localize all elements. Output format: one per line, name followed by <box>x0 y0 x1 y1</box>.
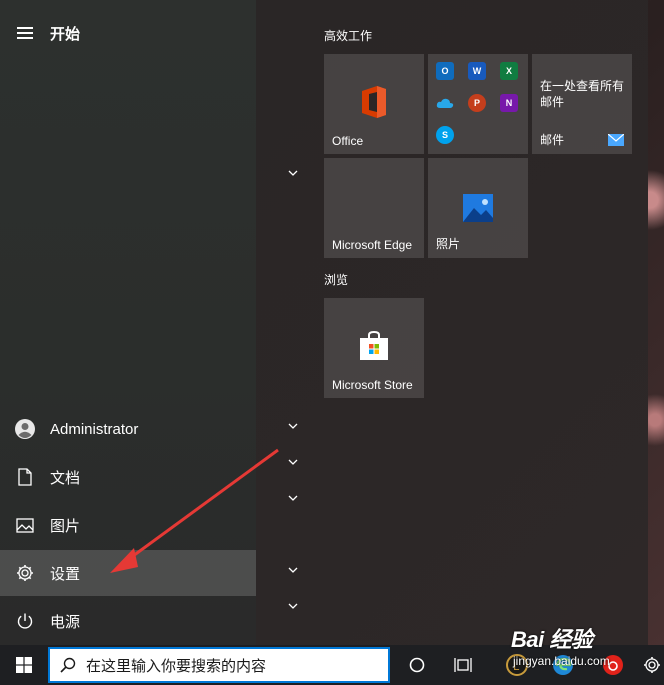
windows-start-button[interactable] <box>0 645 48 685</box>
tile-mail-description: 在一处查看所有邮件 <box>540 79 625 109</box>
picture-icon <box>0 502 50 548</box>
group-label-productivity[interactable]: 高效工作 <box>324 27 372 44</box>
tile-photos[interactable]: 照片 <box>428 158 528 258</box>
start-header: 开始 <box>0 12 256 54</box>
word-icon: W <box>468 62 486 80</box>
nav-documents-label: 文档 <box>50 469 81 487</box>
tile-store[interactable]: Microsoft Store <box>324 298 424 398</box>
nav-pictures-label: 图片 <box>50 517 81 535</box>
tile-store-label: Microsoft Store <box>332 378 413 392</box>
nav-power-label: 电源 <box>50 613 81 631</box>
nav-user-label: Administrator <box>50 420 139 438</box>
windows-logo-icon <box>16 657 32 673</box>
nav-item-power[interactable]: 电源 <box>0 598 256 644</box>
watermark-url: jingyan.baidu.com <box>513 654 610 668</box>
search-icon <box>50 657 86 673</box>
gear-icon <box>0 550 50 596</box>
chevron-down-icon[interactable] <box>287 420 299 432</box>
cortana-icon[interactable] <box>394 645 440 685</box>
tile-mail[interactable]: 在一处查看所有邮件 邮件 <box>532 54 632 154</box>
group-label-browse[interactable]: 浏览 <box>324 271 348 288</box>
start-title: 开始 <box>50 25 81 43</box>
tile-mail-label: 邮件 <box>540 133 565 147</box>
chevron-down-icon[interactable] <box>287 600 299 612</box>
search-placeholder: 在这里输入你要搜索的内容 <box>86 657 267 675</box>
document-icon <box>0 454 50 500</box>
onedrive-icon <box>436 94 454 112</box>
skype-icon: S <box>436 126 454 144</box>
chevron-down-icon[interactable] <box>287 167 299 179</box>
store-icon <box>360 330 388 360</box>
powerpoint-icon: P <box>468 94 486 112</box>
tile-office-label: Office <box>332 134 364 148</box>
tile-photos-label: 照片 <box>436 237 461 251</box>
power-icon <box>0 598 50 644</box>
tile-edge-label: Microsoft Edge <box>332 238 413 252</box>
tile-office[interactable]: Office <box>324 54 424 154</box>
nav-settings-label: 设置 <box>50 565 81 583</box>
excel-icon: X <box>500 62 518 80</box>
outlook-icon: O <box>436 62 454 80</box>
annotation-arrow <box>110 448 279 573</box>
tile-office-apps[interactable]: O W X P N S <box>428 54 528 154</box>
task-view-icon[interactable] <box>440 645 486 685</box>
photos-icon <box>463 194 493 222</box>
baidu-watermark: Bai 经验 jingyan.baidu.com <box>505 612 655 672</box>
watermark-brand: Bai 经验 <box>511 627 593 652</box>
tile-edge[interactable]: Microsoft Edge <box>324 158 424 258</box>
onenote-icon: N <box>500 94 518 112</box>
taskbar-search-box[interactable]: 在这里输入你要搜索的内容 <box>48 647 390 683</box>
mail-icon <box>608 134 624 146</box>
hamburger-menu-icon[interactable] <box>0 12 50 54</box>
user-avatar-icon <box>0 406 50 452</box>
office-icon <box>362 86 386 118</box>
